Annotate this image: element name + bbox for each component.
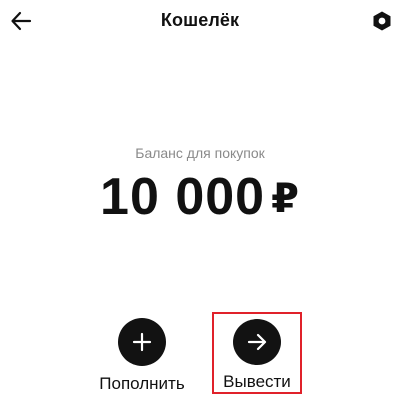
currency-symbol: ₽ — [271, 177, 300, 221]
topup-button[interactable]: Пополнить — [92, 318, 192, 394]
arrow-right-icon — [247, 333, 267, 351]
plus-icon — [132, 332, 152, 352]
balance-value: 10 000 — [100, 168, 266, 226]
withdraw-label[interactable]: Вывести — [223, 372, 291, 392]
page-title: Кошелёк — [160, 10, 240, 30]
hexagon-settings-icon — [373, 11, 391, 31]
withdraw-button[interactable]: Вывести — [212, 312, 302, 394]
balance-amount: 10 000 ₽ — [0, 166, 400, 230]
topup-circle[interactable] — [118, 318, 166, 366]
balance-label: Баланс для покупок — [135, 145, 265, 161]
top-bar: Кошелёк — [0, 0, 400, 44]
withdraw-circle[interactable] — [233, 319, 281, 365]
topup-label[interactable]: Пополнить — [99, 374, 184, 394]
settings-button[interactable] — [368, 7, 396, 35]
